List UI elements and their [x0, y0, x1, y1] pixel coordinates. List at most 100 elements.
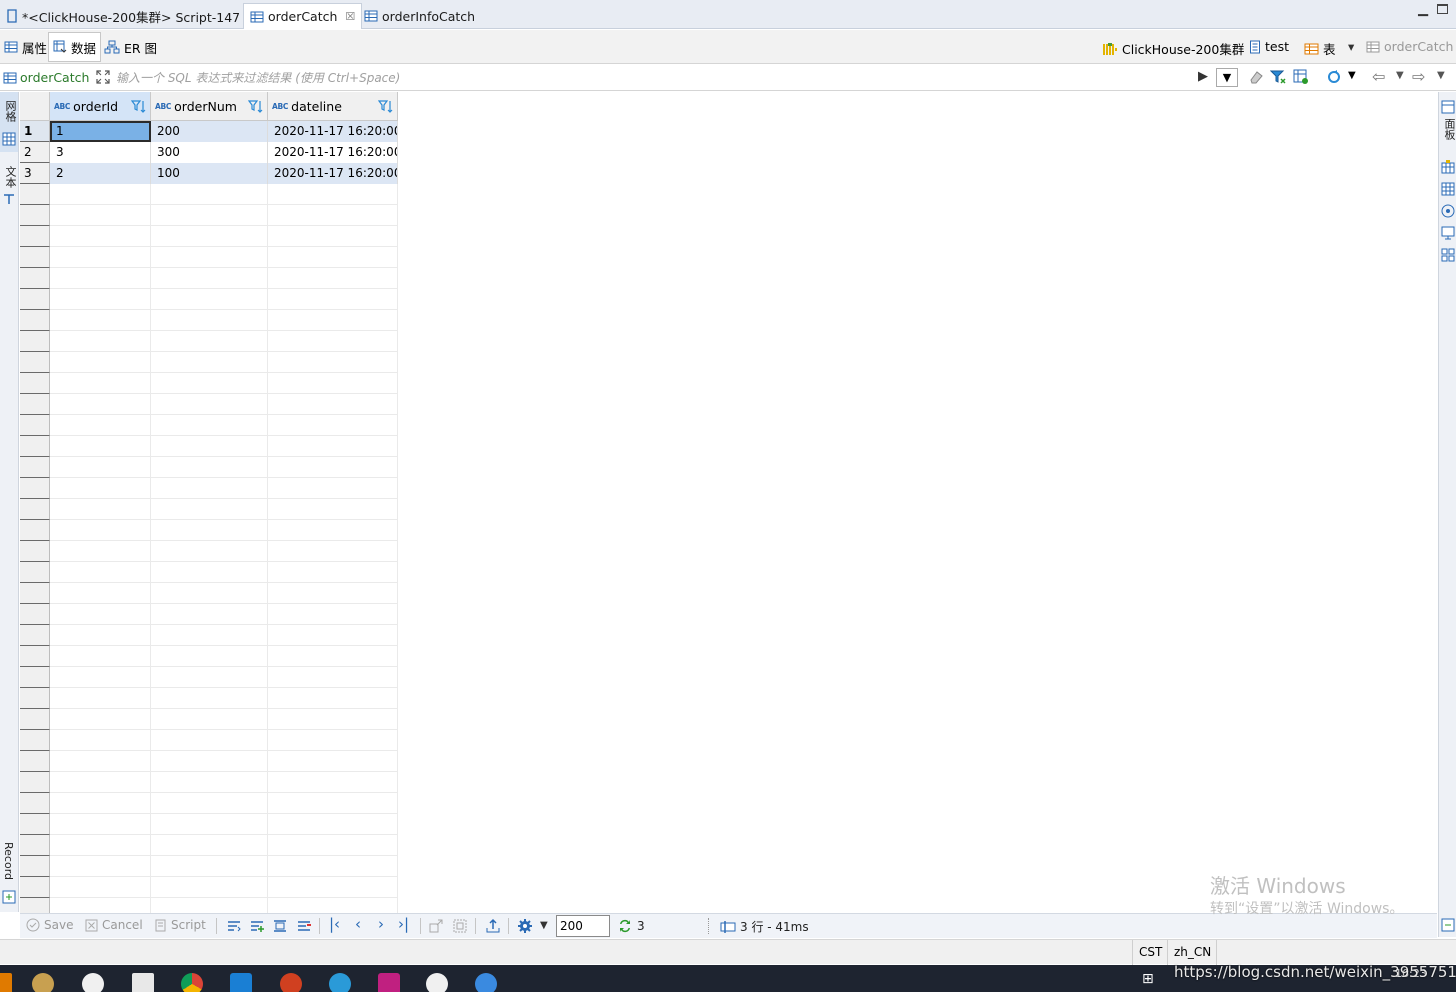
apply-filter-icon[interactable]: ▶	[1198, 69, 1208, 84]
table-row[interactable]: 1 1 200 2020-11-17 16:20:00	[20, 121, 1437, 142]
grid-icon[interactable]	[1441, 160, 1455, 174]
table-cell[interactable]: 2020-11-17 16:20:00	[268, 121, 398, 142]
row-number[interactable]: 3	[20, 163, 50, 184]
refresh-settings-icon[interactable]	[1326, 69, 1342, 85]
eraser-icon[interactable]	[1248, 70, 1264, 84]
copy-row-icon[interactable]	[272, 918, 288, 934]
fetch-all-icon[interactable]	[452, 918, 468, 934]
minimize-icon[interactable]: ▁	[1418, 2, 1428, 17]
table-row[interactable]: 3 2 100 2020-11-17 16:20:00	[20, 163, 1437, 184]
datasource-selector[interactable]: ClickHouse-200集群	[1102, 39, 1244, 58]
table-cell[interactable]: 300	[151, 142, 268, 163]
table-cell[interactable]: 2020-11-17 16:20:00	[268, 163, 398, 184]
object-name-label: orderCatch	[1384, 39, 1454, 54]
script-button[interactable]: Script	[154, 918, 206, 932]
results-grid[interactable]: ABC orderId ABC orderNum ABC dateline 1 …	[20, 92, 1437, 913]
save-button[interactable]: Save	[26, 918, 73, 932]
panels-label[interactable]: 面板	[1441, 118, 1456, 140]
start-app-icon[interactable]	[0, 973, 12, 992]
object-type-selector[interactable]: 表	[1304, 39, 1336, 58]
tab-orderinfocatch[interactable]: orderInfoCatch	[358, 3, 481, 29]
grid-view-toggle[interactable]: 网格	[0, 92, 18, 152]
empty-row	[50, 436, 398, 457]
tab-data[interactable]: 数据	[48, 32, 102, 62]
column-header-orderid[interactable]: ABC orderId	[50, 92, 151, 121]
empty-row-number	[20, 310, 50, 331]
filter-sort-icon[interactable]	[378, 99, 394, 115]
forward-arrow-icon[interactable]: ⇨	[1412, 67, 1425, 86]
database-selector[interactable]: test	[1249, 39, 1289, 54]
record-view-toggle[interactable]: Record	[0, 842, 18, 907]
soccer-app-icon[interactable]	[82, 973, 104, 992]
tab-properties[interactable]: 属性	[0, 32, 51, 62]
dropdown-arrow-icon[interactable]: ▼	[1348, 70, 1356, 81]
filter-history-icon[interactable]: ▼	[1216, 68, 1238, 87]
filter-funnel-icon[interactable]	[1270, 69, 1286, 85]
last-page-icon[interactable]: ›|	[398, 915, 409, 933]
vscode-app-icon[interactable]	[230, 973, 252, 992]
tab-er-diagram[interactable]: ER 图	[100, 32, 161, 62]
column-header-dateline[interactable]: ABC dateline	[268, 92, 398, 121]
layout-icon[interactable]	[1441, 226, 1455, 240]
save-filter-icon[interactable]	[1293, 69, 1309, 85]
column-header-ordernum[interactable]: ABC orderNum	[151, 92, 268, 121]
dropdown-arrow-icon[interactable]: ▼	[1396, 70, 1404, 81]
maximize-icon[interactable]	[1437, 4, 1448, 14]
add-row-icon[interactable]	[249, 918, 265, 934]
intellij-app-icon[interactable]	[378, 973, 400, 992]
row-number[interactable]: 1	[20, 121, 50, 142]
filter-input[interactable]	[116, 68, 1196, 88]
expand-icon[interactable]	[96, 70, 110, 84]
table-cell[interactable]: 100	[151, 163, 268, 184]
target-icon[interactable]	[1441, 204, 1455, 218]
table-cell[interactable]: 200	[151, 121, 268, 142]
empty-row-number	[20, 436, 50, 457]
table-cell[interactable]: 1	[50, 121, 151, 142]
row-number[interactable]: 2	[20, 142, 50, 163]
paint-app-icon[interactable]	[32, 973, 54, 992]
previous-page-icon[interactable]: ‹	[355, 915, 361, 933]
object-name-selector[interactable]: orderCatch	[1366, 39, 1453, 54]
table-cell[interactable]: 3	[50, 142, 151, 163]
delete-row-icon[interactable]	[296, 918, 312, 934]
telegram-app-icon[interactable]	[329, 973, 351, 992]
dropdown-arrow-icon[interactable]: ▼	[540, 920, 548, 931]
back-arrow-icon[interactable]: ⇦	[1372, 67, 1385, 86]
next-page-icon[interactable]: ›	[378, 915, 384, 933]
grid-plus-icon[interactable]	[1441, 182, 1455, 196]
empty-row	[50, 625, 398, 646]
gear-icon[interactable]	[517, 918, 533, 934]
editor-tab-bar: *<ClickHouse-200集群> Script-147 orderCatc…	[0, 0, 1456, 29]
dropdown-arrow-icon[interactable]: ▼	[1437, 70, 1445, 81]
panel-icon[interactable]	[1441, 100, 1455, 114]
cancel-button[interactable]: Cancel	[85, 918, 143, 932]
table-row[interactable]: 2 3 300 2020-11-17 16:20:00	[20, 142, 1437, 163]
script-label: Script	[171, 918, 206, 932]
table-icon	[1366, 41, 1380, 52]
script-icon	[7, 9, 17, 23]
filter-sort-icon[interactable]	[248, 99, 264, 115]
query-stats: 3 行 - 41ms	[720, 918, 809, 935]
panel-toggle-icon[interactable]	[1441, 918, 1455, 932]
chrome-app-icon[interactable]	[181, 973, 203, 992]
feishu-app-icon[interactable]	[475, 973, 497, 992]
notepad-app-icon[interactable]	[132, 973, 154, 992]
groups-icon[interactable]	[1441, 248, 1455, 262]
table-cell[interactable]: 2	[50, 163, 151, 184]
tab-script-147[interactable]: *<ClickHouse-200集群> Script-147	[0, 3, 246, 29]
dropdown-arrow-icon[interactable]: ▾	[1348, 39, 1354, 54]
tab-ordercatch[interactable]: orderCatch ☒	[243, 3, 363, 29]
fetch-size-input[interactable]	[556, 915, 610, 937]
table-cell[interactable]: 2020-11-17 16:20:00	[268, 142, 398, 163]
export-icon[interactable]	[485, 918, 501, 934]
fetch-next-icon[interactable]	[428, 918, 444, 934]
close-icon[interactable]: ☒	[345, 10, 355, 23]
filter-sort-icon[interactable]	[131, 99, 147, 115]
edit-row-icon[interactable]	[226, 918, 242, 934]
refresh-button[interactable]: 3	[617, 918, 645, 934]
first-page-icon[interactable]: |‹	[329, 915, 340, 933]
text-view-toggle[interactable]: 文本	[0, 160, 18, 212]
dbeaver-app-icon[interactable]	[426, 973, 448, 992]
input-method-icon[interactable]: ⊞	[1142, 971, 1154, 987]
git-app-icon[interactable]	[280, 973, 302, 992]
